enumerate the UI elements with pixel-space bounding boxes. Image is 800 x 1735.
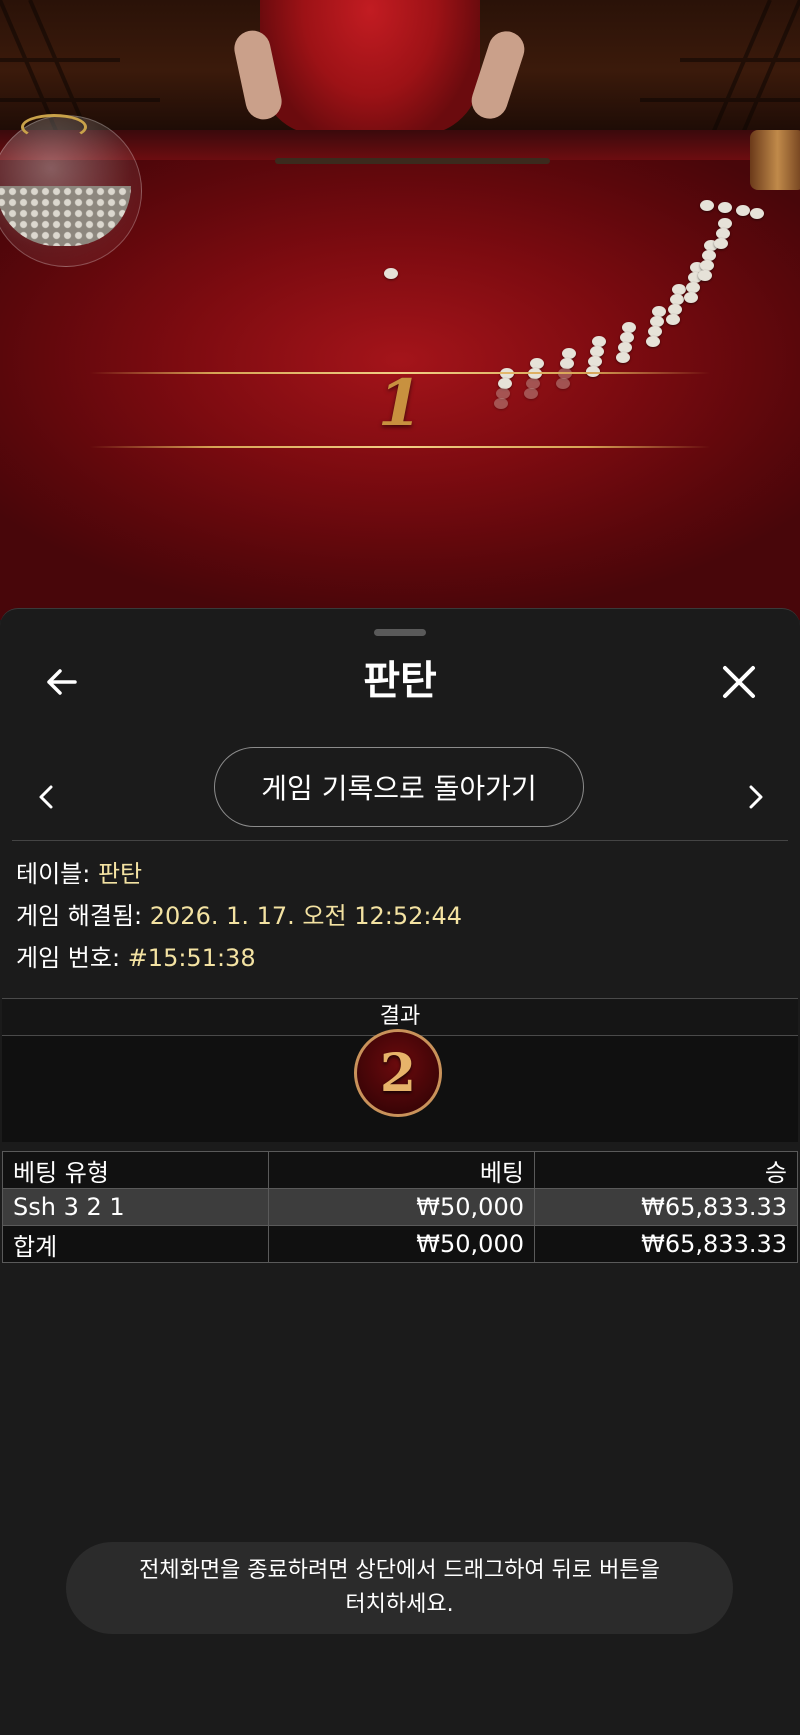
table-label: 테이블:	[16, 860, 91, 888]
dome-beads	[0, 186, 131, 246]
bead	[718, 202, 732, 213]
bead	[684, 292, 698, 303]
bead	[666, 314, 680, 325]
dealer	[260, 0, 480, 135]
bead	[616, 352, 630, 363]
divider	[12, 840, 788, 841]
win-amount-cell: ₩65,833.33	[534, 1188, 798, 1226]
live-video-stream: 1	[0, 0, 800, 620]
resolved-label: 게임 해결됨:	[16, 902, 143, 930]
col-header-bet: 베팅	[268, 1151, 535, 1189]
bead-dome	[0, 114, 142, 267]
brass-cup	[750, 130, 800, 190]
bead	[714, 238, 728, 249]
close-icon	[723, 666, 755, 698]
toast-line-1: 전체화면을 종료하려면 상단에서 드래그하여 뒤로 버튼을	[139, 1558, 660, 1583]
dome-handle	[21, 114, 87, 140]
back-to-history-button[interactable]: 게임 기록으로 돌아가기	[214, 747, 584, 827]
resolved-info: 게임 해결됨: 2026. 1. 17. 오전 12:52:44	[16, 901, 462, 931]
bets-table: 베팅 유형 베팅 승 Ssh 3 2 1 ₩50,000 ₩65,833.33 …	[2, 1151, 798, 1263]
game-details-sheet: 판탄 게임 기록으로 돌아가기 테이블: 판탄 게임 해결됨: 2026. 1.…	[0, 608, 800, 1735]
drag-handle[interactable]	[374, 629, 426, 636]
bead	[524, 388, 538, 399]
bead	[698, 270, 712, 281]
fullscreen-exit-toast: 전체화면을 종료하려면 상단에서 드래그하여 뒤로 버튼을 터치하세요.	[66, 1542, 733, 1634]
game-number-label: 게임 번호:	[16, 944, 121, 972]
total-win-cell: ₩65,833.33	[534, 1225, 798, 1263]
bead	[646, 336, 660, 347]
bead	[384, 268, 398, 279]
window-frame-right	[640, 0, 800, 140]
bead	[750, 208, 764, 219]
table-header-row: 베팅 유형 베팅 승	[2, 1151, 798, 1189]
zone-number: 1	[377, 366, 423, 441]
bead	[556, 378, 570, 389]
bead	[736, 205, 750, 216]
total-bet-cell: ₩50,000	[268, 1225, 535, 1263]
table-row: Ssh 3 2 1 ₩50,000 ₩65,833.33	[2, 1188, 798, 1226]
result-badge: 2	[354, 1029, 442, 1117]
table-info: 테이블: 판탄	[16, 859, 142, 889]
total-row: 합계 ₩50,000 ₩65,833.33	[2, 1225, 798, 1263]
game-number-info: 게임 번호: #15:51:38	[16, 943, 256, 973]
dealer-stick	[275, 158, 550, 164]
total-label-cell: 합계	[2, 1225, 269, 1263]
bead	[494, 398, 508, 409]
sheet-title: 판탄	[363, 658, 437, 704]
game-number-value: #15:51:38	[127, 944, 256, 972]
bet-amount-cell: ₩50,000	[268, 1188, 535, 1226]
bead	[700, 200, 714, 211]
toast-line-2: 터치하세요.	[345, 1592, 454, 1617]
close-button[interactable]	[716, 659, 762, 705]
table-value: 판탄	[97, 860, 143, 888]
chevron-right-icon	[749, 785, 763, 809]
chevron-left-icon	[39, 785, 53, 809]
resolved-value: 2026. 1. 17. 오전 12:52:44	[149, 902, 463, 930]
col-header-win: 승	[534, 1151, 798, 1189]
next-game-button[interactable]	[736, 769, 776, 825]
col-header-bet-type: 베팅 유형	[2, 1151, 269, 1189]
previous-game-button[interactable]	[26, 769, 66, 825]
bet-type-cell: Ssh 3 2 1	[2, 1188, 269, 1226]
gold-line-bottom	[90, 446, 710, 448]
